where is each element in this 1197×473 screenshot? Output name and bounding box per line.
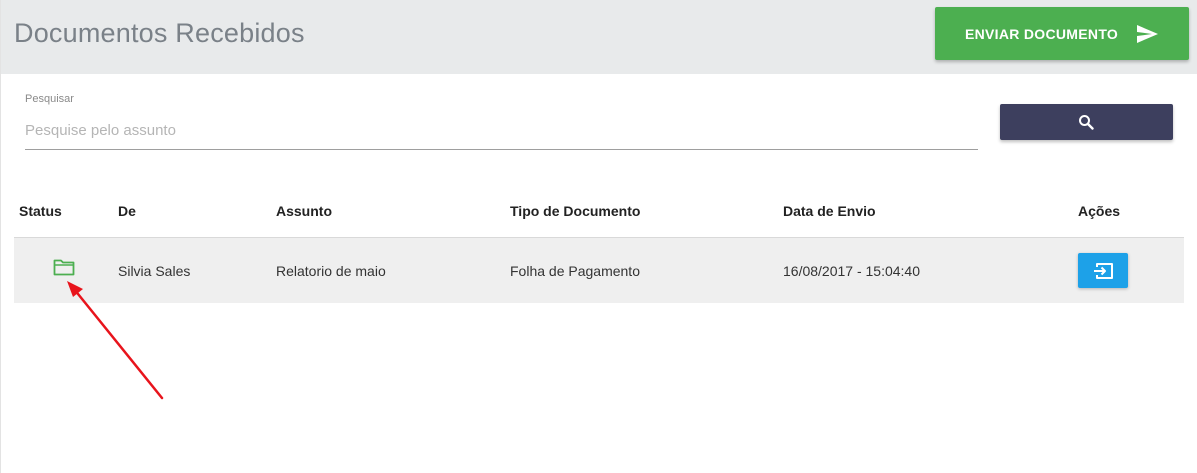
column-header-tipo-documento: Tipo de Documento: [510, 203, 641, 219]
search-label: Pesquisar: [25, 93, 74, 105]
open-document-button[interactable]: [1078, 253, 1128, 288]
page-title: Documentos Recebidos: [14, 18, 305, 48]
send-document-button[interactable]: ENVIAR DOCUMENTO: [935, 7, 1189, 60]
column-header-status: Status: [19, 203, 62, 219]
column-header-acoes: Ações: [1078, 203, 1121, 219]
folder-icon: [53, 259, 75, 276]
page-header: Documentos Recebidos ENVIAR DOCUMENTO: [1, 0, 1197, 74]
cell-data-envio: 16/08/2017 - 15:04:40: [783, 263, 921, 279]
cell-de: Silvia Sales: [118, 263, 191, 279]
search-button[interactable]: [1000, 104, 1173, 140]
column-header-data-envio: Data de Envio: [783, 203, 876, 219]
page: Documentos Recebidos ENVIAR DOCUMENTO Pe…: [0, 0, 1197, 473]
column-header-de: De: [118, 203, 136, 219]
cell-assunto: Relatorio de maio: [276, 263, 386, 279]
send-icon: [1137, 25, 1158, 43]
search-icon: [1079, 115, 1094, 130]
send-document-label: ENVIAR DOCUMENTO: [965, 25, 1119, 42]
search-input[interactable]: [25, 112, 978, 150]
cell-tipo-documento: Folha de Pagamento: [510, 263, 640, 279]
column-header-assunto: Assunto: [276, 203, 332, 219]
open-icon: [1094, 263, 1113, 279]
